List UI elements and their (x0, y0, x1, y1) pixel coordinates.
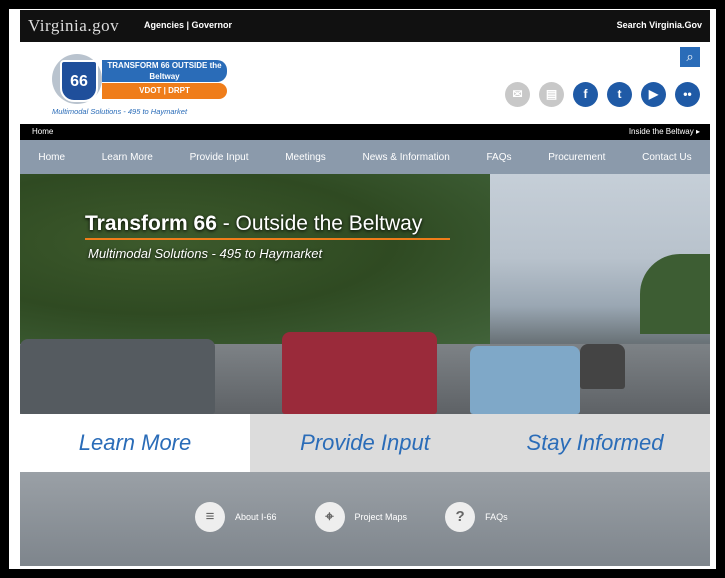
hero-car-blue (470, 346, 580, 414)
email-icon[interactable]: ✉ (505, 82, 530, 107)
hero-car-grey (20, 339, 215, 414)
hero-trees-right (640, 254, 710, 334)
cta-stay-informed[interactable]: Stay Informed (480, 414, 710, 472)
question-icon: ? (445, 502, 476, 532)
nav-news-information[interactable]: News & Information (363, 152, 450, 163)
hero-car-red (282, 332, 437, 414)
print-icon[interactable]: ▤ (539, 82, 564, 107)
hero-title: Transform 66 - Outside the Beltway (85, 212, 423, 235)
nav-procurement[interactable]: Procurement (548, 152, 605, 163)
map-pin-icon: ⌖ (314, 502, 345, 532)
inside-beltway-link[interactable]: Inside the Beltway ▸ (629, 127, 700, 136)
main-nav: Home Learn More Provide Input Meetings N… (20, 140, 710, 174)
flickr-icon[interactable]: •• (675, 82, 700, 107)
transform66-logo[interactable]: 66 TRANSFORM 66 OUTSIDE the Beltway VDOT… (46, 50, 231, 116)
breadcrumb-home[interactable]: Home (32, 127, 53, 136)
nav-learn-more[interactable]: Learn More (102, 152, 153, 163)
nav-contact-us[interactable]: Contact Us (642, 152, 691, 163)
logo-banner-bottom: VDOT | DRPT (102, 83, 227, 99)
search-icon: ⌕ (686, 49, 694, 64)
quick-links-panel: ≡ About I-66 ⌖ Project Maps ? FAQs (20, 472, 710, 566)
virginia-gov-topbar: Virginia.gov Agencies | Governor Search … (20, 10, 710, 42)
hero-car-dark (580, 344, 625, 389)
document-icon: ≡ (195, 502, 225, 532)
nav-home[interactable]: Home (38, 152, 65, 163)
logo-tagline: Multimodal Solutions - 495 to Haymarket (52, 107, 188, 116)
quick-link-label: About I-66 (235, 512, 277, 522)
youtube-icon[interactable]: ▶ (641, 82, 666, 107)
quick-link-label: Project Maps (354, 512, 408, 522)
quick-link-maps[interactable]: ⌖ Project Maps (314, 502, 408, 532)
nav-provide-input[interactable]: Provide Input (190, 152, 249, 163)
search-virginia-gov-link[interactable]: Search Virginia.Gov (617, 20, 702, 30)
site-header: 66 TRANSFORM 66 OUTSIDE the Beltway VDOT… (20, 42, 710, 124)
nav-faqs[interactable]: FAQs (486, 152, 511, 163)
hero-divider (85, 238, 450, 240)
nav-meetings[interactable]: Meetings (285, 152, 326, 163)
cta-provide-input[interactable]: Provide Input (250, 414, 480, 472)
interstate-shield-icon: 66 (52, 54, 102, 104)
facebook-icon[interactable]: f (573, 82, 598, 107)
social-icons: ✉ ▤ f t ▶ •• (505, 82, 700, 107)
agencies-governor-links[interactable]: Agencies | Governor (144, 20, 232, 30)
virginia-gov-logo[interactable]: Virginia.gov (28, 16, 119, 36)
cta-learn-more[interactable]: Learn More (20, 414, 250, 472)
quick-link-faqs[interactable]: ? FAQs (445, 502, 508, 532)
quick-link-label: FAQs (485, 512, 508, 522)
search-button[interactable]: ⌕ (680, 47, 700, 67)
logo-banner-top: TRANSFORM 66 OUTSIDE the Beltway (102, 60, 227, 82)
quick-link-about[interactable]: ≡ About I-66 (195, 502, 277, 532)
hero-subtitle: Multimodal Solutions - 495 to Haymarket (88, 246, 323, 261)
breadcrumb-bar: Home Inside the Beltway ▸ (20, 124, 710, 140)
twitter-icon[interactable]: t (607, 82, 632, 107)
cta-bar: Learn More Provide Input Stay Informed (20, 414, 710, 472)
hero-image: Transform 66 - Outside the Beltway Multi… (20, 174, 710, 414)
quick-links: ≡ About I-66 ⌖ Project Maps ? FAQs (195, 502, 508, 532)
